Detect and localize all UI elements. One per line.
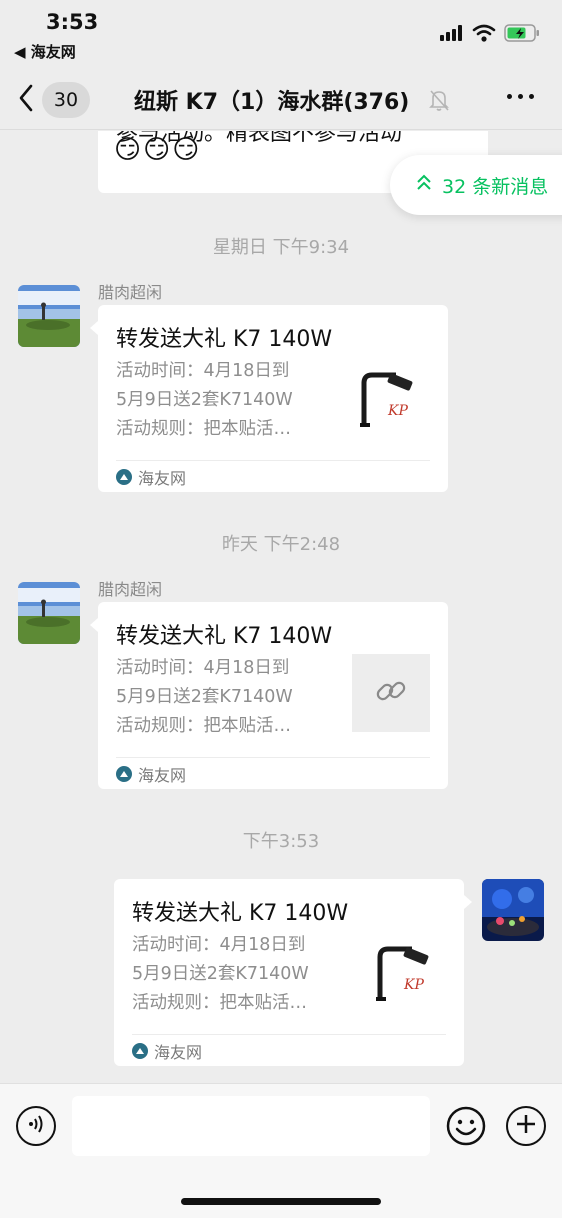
card-source: 海友网 [116,465,186,489]
card-thumb-logo-text: KP [388,403,408,419]
chat-message-list[interactable]: 参与活动。精表图不参与活动 😏😏😏 32 条新消息 星期日 下午9:34 腊肉超… [0,131,562,1083]
card-title: 转发送大礼 K7 140W [116,327,333,352]
card-description: 活动时间：4月18日到 5月9日送2套K7140W 活动规则：把本贴活… [116,654,336,741]
card-description: 活动时间：4月18日到 5月9日送2套K7140W 活动规则：把本贴活… [116,357,336,444]
card-description: 活动时间：4月18日到 5月9日送2套K7140W 活动规则：把本贴活… [132,931,352,1018]
site-logo-icon [132,1043,148,1059]
card-source: 海友网 [116,762,186,786]
message-timestamp: 下午3:53 [242,831,320,852]
sender-name: 腊肉超闲 [98,580,163,599]
double-chevron-up-icon [416,174,432,197]
new-messages-label: 32 条新消息 [442,175,549,198]
back-button[interactable]: 30 [18,82,98,118]
voice-waves-icon [25,1113,47,1139]
message-text-field[interactable] [72,1096,430,1156]
card-source-name: 海友网 [138,469,187,488]
chat-title: 纽斯 K7（1）海水群(376) [134,90,410,115]
card-thumbnail-lamp: KP [352,361,430,439]
card-desc-line: 5月9日送2套K7140W [116,687,293,707]
link-card-message[interactable]: 转发送大礼 K7 140W 活动时间：4月18日到 5月9日送2套K7140W … [114,879,464,1066]
card-thumbnail-lamp: KP [368,935,446,1013]
card-desc-line: 活动规则：把本贴活… [132,993,307,1013]
card-thumbnail-placeholder [352,654,430,732]
cellular-signal-icon [440,25,464,45]
home-indicator[interactable] [181,1198,381,1205]
back-to-app-link[interactable]: ◀ 海友网 [14,41,76,62]
bubble-tail [464,895,472,909]
more-actions-button[interactable] [506,1106,546,1146]
message-timestamp: 昨天 下午2:48 [221,534,341,555]
card-title: 转发送大礼 K7 140W [132,901,349,926]
card-divider [116,757,430,758]
sender-name: 腊肉超闲 [98,283,163,302]
link-card-message[interactable]: 转发送大礼 K7 140W 活动时间：4月18日到 5月9日送2套K7140W … [98,602,448,789]
more-dot [529,94,534,99]
card-desc-line: 5月9日送2套K7140W [116,390,293,410]
site-logo-icon [116,469,132,485]
link-card-message[interactable]: 转发送大礼 K7 140W 活动时间：4月18日到 5月9日送2套K7140W … [98,305,448,492]
sender-avatar[interactable] [18,285,80,347]
card-divider [116,460,430,461]
battery-icon [504,24,540,46]
card-divider [132,1034,446,1035]
message-timestamp: 星期日 下午9:34 [212,237,350,258]
smiley-icon [446,1106,486,1150]
card-source-name: 海友网 [138,766,187,785]
chat-header: 30 纽斯 K7（1）海水群(376) [0,70,562,130]
my-avatar[interactable] [482,879,544,941]
status-bar: 3:53 ◀ 海友网 [0,0,562,70]
chevron-left-icon [18,84,34,116]
card-desc-line: 活动时间：4月18日到 [116,361,290,381]
more-options-button[interactable] [507,94,534,99]
sender-avatar[interactable] [18,582,80,644]
link-icon [373,673,409,713]
card-desc-line: 活动规则：把本贴活… [116,716,291,736]
card-title: 转发送大礼 K7 140W [116,624,333,649]
card-desc-line: 活动时间：4月18日到 [132,935,306,955]
card-desc-line: 活动规则：把本贴活… [116,419,291,439]
bubble-tail [90,618,98,632]
voice-input-button[interactable] [16,1106,56,1146]
card-thumb-logo-text: KP [404,977,424,993]
emoji-button[interactable] [446,1106,486,1146]
unread-count-badge: 30 [42,82,90,118]
card-desc-line: 5月9日送2套K7140W [132,964,309,984]
bubble-tail [90,321,98,335]
site-logo-icon [116,766,132,782]
card-source-name: 海友网 [154,1043,203,1062]
wifi-icon [472,24,496,46]
mute-bell-icon [428,88,450,116]
plus-icon [515,1113,537,1139]
more-dot [507,94,512,99]
system-icons [440,24,540,46]
status-time: 3:53 [46,10,99,34]
card-source: 海友网 [132,1039,202,1063]
new-messages-button[interactable]: 32 条新消息 [390,155,562,215]
card-desc-line: 活动时间：4月18日到 [116,658,290,678]
more-dot [518,94,523,99]
previous-message-emoji: 😏😏😏 [114,135,202,165]
